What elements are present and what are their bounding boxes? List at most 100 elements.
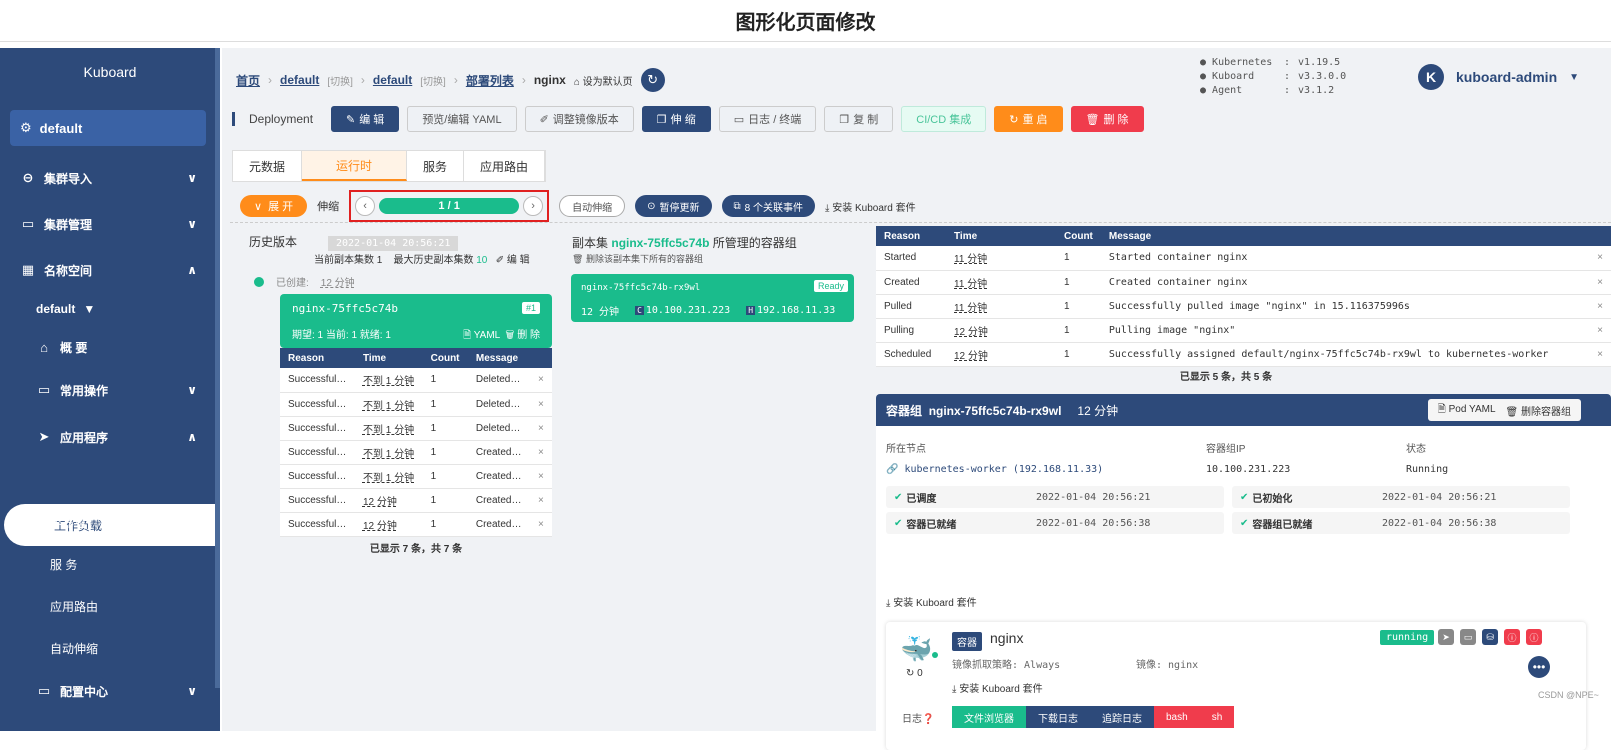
namespace-select[interactable]: default ▼ — [0, 294, 215, 324]
install-suite-link[interactable]: ⤓ 安装 Kuboard 套件 — [886, 594, 977, 609]
delete-link[interactable]: 🗑 删 除 — [505, 330, 540, 341]
scale-button[interactable]: ❐ 伸 缩 — [641, 106, 711, 132]
events-button[interactable]: ⧉ 8 个关联事件 — [721, 195, 815, 217]
sidebar-item-config[interactable]: ▭ 配置中心 ∨ — [0, 676, 215, 706]
breadcrumb-home[interactable]: 首页 — [236, 72, 260, 89]
copy-button[interactable]: ❐ 复 制 — [824, 106, 894, 132]
delete-all-pods-link[interactable]: 🗑 删除该副本集下所有的容器组 — [572, 252, 703, 265]
breadcrumb-list[interactable]: 部署列表 — [466, 72, 514, 89]
table-row: Pulled 11 分钟 1 Successfully pulled image "n… — [876, 294, 1611, 319]
delete-pod-button[interactable]: 🗑 删除容器组 — [1506, 403, 1571, 418]
expand-button[interactable]: ∨ 展 开 — [240, 195, 308, 217]
sidebar-item-services[interactable]: 服 务 — [0, 549, 215, 579]
version-value: v1.19.5 — [1298, 57, 1341, 68]
install-suite-link[interactable]: ⤓ 安装 Kuboard 套件 — [952, 680, 1043, 695]
table-row: Successful… 12 分钟 1 Created… × — [280, 488, 552, 513]
col-count: Count — [1056, 226, 1101, 246]
pod-yaml-button[interactable]: 🗎 Pod YAML — [1438, 402, 1496, 419]
namespace-button[interactable]: ⚙ default — [10, 110, 206, 146]
folder-icon[interactable]: ▭ — [1460, 629, 1476, 645]
bash-button[interactable]: bash — [1154, 706, 1200, 728]
set-default-link[interactable]: ⌂ 设为默认页 — [574, 73, 633, 88]
container-name: nginx — [990, 630, 1024, 646]
sidebar-item-label: 配置中心 — [60, 684, 109, 699]
sh-button[interactable]: sh — [1199, 706, 1235, 728]
sidebar-item-namespace[interactable]: ▦ 名称空间 ∧ — [0, 255, 215, 285]
increment-button[interactable]: › — [523, 196, 544, 216]
switch-namespace-link[interactable]: [切换] — [420, 73, 446, 88]
user-menu[interactable]: K kuboard-admin ▼ — [1418, 64, 1579, 90]
close-icon[interactable]: × — [529, 368, 552, 393]
home-icon: ⌂ — [573, 76, 580, 88]
close-icon[interactable]: × — [529, 440, 552, 465]
monitor-icon: ▭ — [733, 113, 745, 126]
autoscale-button[interactable]: 自动伸缩 — [559, 195, 626, 217]
tab-service[interactable]: 服务 — [407, 151, 465, 181]
sidebar-item-pods[interactable]: 容器组 — [0, 507, 215, 537]
close-icon[interactable]: × — [1589, 246, 1611, 271]
cell-reason: Successful… — [280, 464, 355, 489]
tab-metadata[interactable]: 元数据 — [233, 151, 303, 181]
sidebar-item-ingress[interactable]: 应用路由 — [0, 591, 215, 621]
close-icon[interactable]: × — [529, 392, 552, 417]
history-events-footer: 已显示 7 条，共 7 条 — [369, 544, 463, 555]
pod-events-footer: 已显示 5 条，共 5 条 — [1179, 372, 1273, 383]
file-browser-button[interactable]: 文件浏览器 — [952, 706, 1026, 728]
tab-runtime[interactable]: 运行时 — [302, 151, 408, 181]
close-icon[interactable]: × — [1589, 318, 1611, 343]
cell-time: 12 分钟 — [946, 342, 1056, 367]
close-icon[interactable]: × — [1589, 270, 1611, 295]
sidebar-item-cluster-manage[interactable]: ▭ 集群管理 ∨ — [0, 209, 215, 239]
database-icon[interactable]: ⛁ — [1482, 629, 1498, 645]
sidebar-item-apps[interactable]: ➤ 应用程序 ∧ — [0, 422, 215, 452]
pod-card[interactable]: nginx-75ffc5c74b-rx9wl Ready 12 分钟 C 10.1… — [571, 274, 854, 322]
node-link[interactable]: 🔗 kubernetes-worker (192.168.11.33) — [886, 464, 1103, 475]
yaml-link[interactable]: 🗎 YAML — [463, 330, 500, 341]
trace-logs-button[interactable]: 追踪日志 — [1090, 706, 1154, 728]
cicd-button[interactable]: CI/CD 集成 — [901, 106, 987, 132]
gear-icon: ⚙ — [20, 120, 32, 135]
yaml-button[interactable]: 预览/编辑 YAML — [407, 106, 517, 132]
install-suite-link[interactable]: ⤓ 安装 Kuboard 套件 — [825, 199, 916, 214]
close-icon[interactable]: × — [529, 464, 552, 489]
sidebar-item-common-ops[interactable]: ▭ 常用操作 ∨ — [0, 375, 215, 405]
edit-link[interactable]: ✐ 编 辑 — [496, 255, 530, 266]
history-events-table: Reason Time Count Message Successful… 不到 … — [280, 348, 552, 537]
close-icon[interactable]: × — [529, 512, 552, 537]
breadcrumb-cluster[interactable]: default — [280, 73, 319, 87]
sidebar-item-overview[interactable]: ⌂ 概 要 — [0, 332, 215, 362]
pause-update-button[interactable]: ⊙ 暂停更新 — [635, 195, 712, 217]
send-icon[interactable]: ➤ — [1438, 629, 1454, 645]
alert-icon[interactable]: ⓘ — [1526, 629, 1542, 645]
tab-ingress[interactable]: 应用路由 — [464, 151, 546, 181]
logs-button[interactable]: ▭ 日志 / 终端 — [718, 106, 817, 132]
close-icon[interactable]: × — [1589, 294, 1611, 319]
restart-button[interactable]: ↻ 重 启 — [994, 106, 1063, 132]
decrement-button[interactable]: ‹ — [355, 196, 376, 216]
sidebar-item-autoscale[interactable]: 自动伸缩 — [0, 633, 215, 663]
folder-icon: ▭ — [37, 683, 51, 698]
switch-cluster-link[interactable]: [切换] — [327, 73, 353, 88]
download-logs-button[interactable]: 下载日志 — [1026, 706, 1090, 728]
image-version-button[interactable]: ✐ 调整镜像版本 — [524, 106, 634, 132]
sidebar-logo[interactable]: Kuboard — [0, 64, 220, 80]
edit-button[interactable]: ✎ 编 辑 — [331, 106, 400, 132]
sidebar-item-cluster-import[interactable]: ⊖ 集群导入 ∨ — [0, 163, 215, 193]
refresh-button[interactable]: ↻ — [640, 68, 665, 92]
replicaset-card[interactable]: nginx-75ffc5c74b #1 期望: 1 当前: 1 就绪: 1 🗎 … — [280, 294, 552, 348]
cell-message: Started container nginx — [1100, 246, 1590, 271]
delete-button[interactable]: 🗑 删 除 — [1070, 106, 1144, 132]
close-icon[interactable]: × — [529, 488, 552, 513]
replica-count: 1 / 1 — [379, 198, 520, 214]
table-row: Successful… 不到 1 分钟 1 Created… × — [280, 440, 552, 465]
breadcrumb-namespace[interactable]: default — [373, 73, 412, 87]
sidebar-scrollbar[interactable] — [215, 48, 220, 688]
col-close — [529, 348, 552, 368]
stop-icon[interactable]: ⓘ — [1504, 629, 1520, 645]
replicaset-name: nginx-75ffc5c74b — [292, 302, 398, 315]
avatar: K — [1418, 64, 1444, 90]
more-button[interactable]: ••• — [1528, 656, 1550, 678]
close-icon[interactable]: × — [529, 416, 552, 441]
log-actions: 文件浏览器 下载日志 追踪日志 bash sh — [952, 706, 1235, 728]
close-icon[interactable]: × — [1589, 342, 1611, 367]
